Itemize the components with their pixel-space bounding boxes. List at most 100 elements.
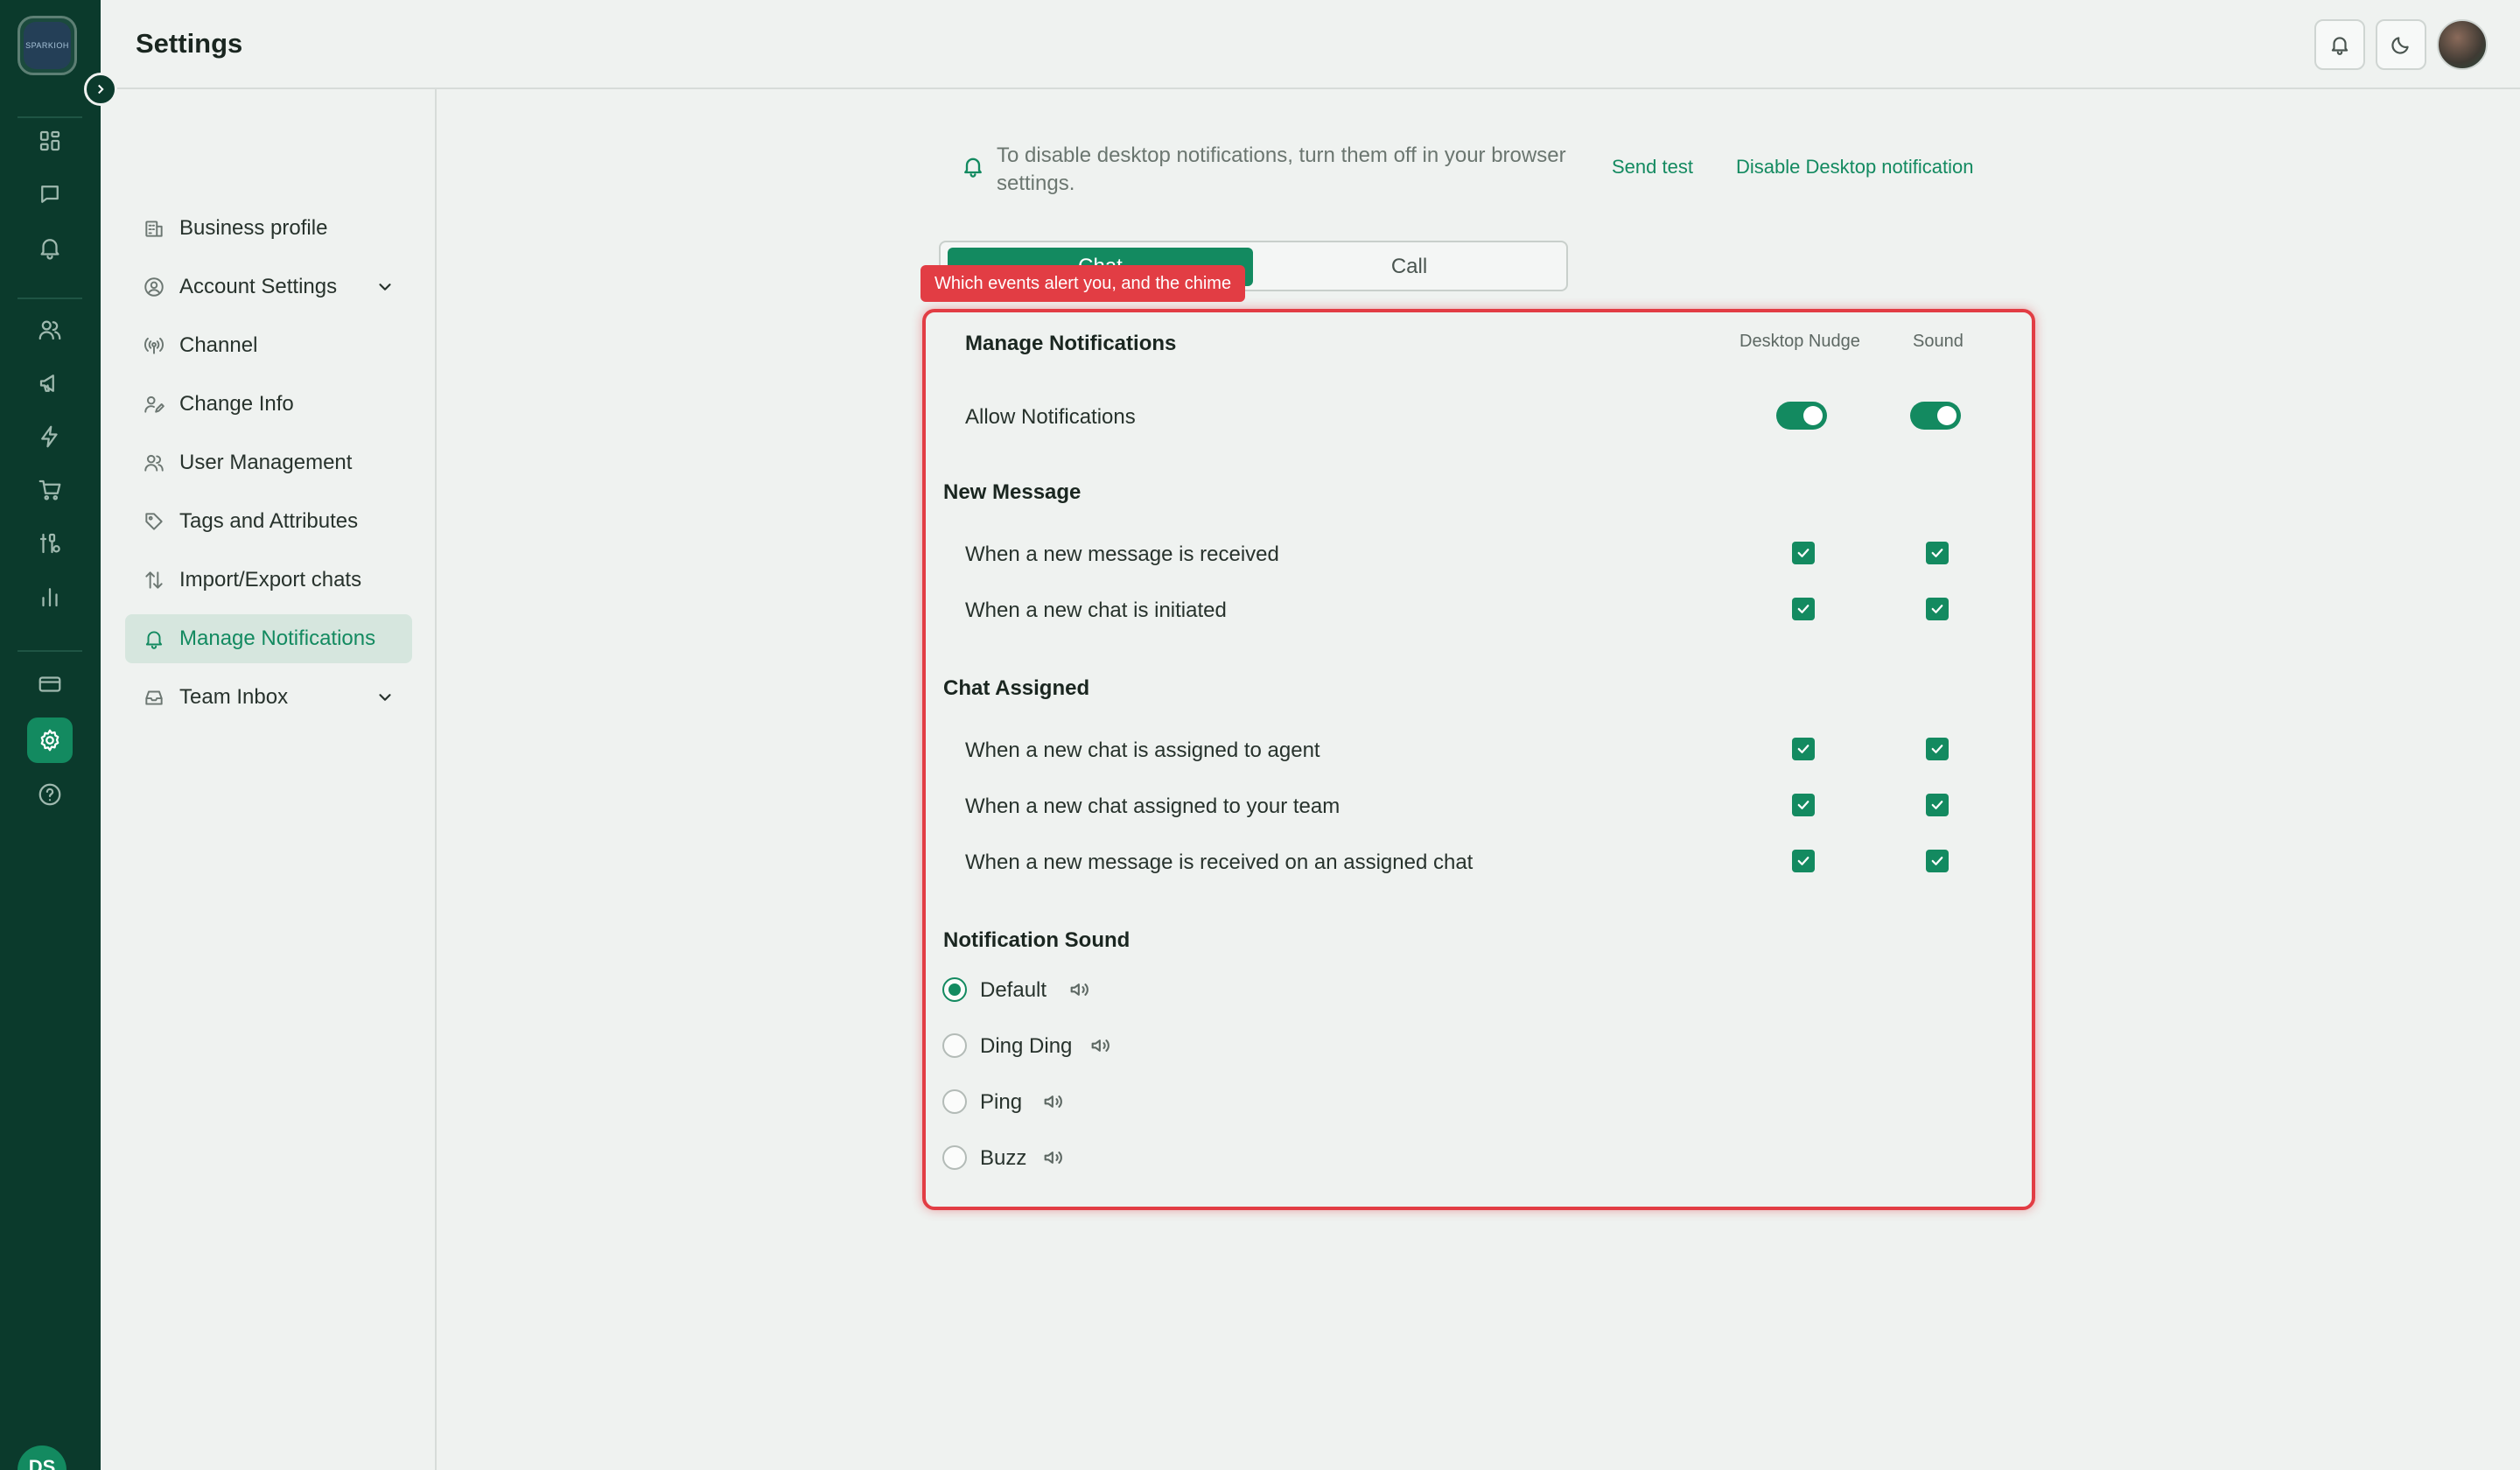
- sound-option-label: Ping: [980, 1090, 1023, 1114]
- rail-divider: [18, 650, 82, 652]
- sound-column-header: Sound: [1913, 332, 1964, 351]
- section-title-chat-assigned: Chat Assigned: [943, 676, 1090, 700]
- rail-divider: [18, 116, 82, 118]
- notifications-button[interactable]: [2314, 19, 2365, 70]
- checkbox-assigned-message-desktop[interactable]: [1792, 850, 1815, 872]
- disable-desktop-notification-link[interactable]: Disable Desktop notification: [1736, 156, 1973, 178]
- sidebar-item-label: User Management: [179, 451, 353, 474]
- checkbox-new-message-sound[interactable]: [1926, 542, 1949, 564]
- section-title-notification-sound: Notification Sound: [943, 928, 1130, 952]
- radio-sound-ding-ding[interactable]: [942, 1033, 967, 1058]
- section-title-new-message: New Message: [943, 480, 1082, 504]
- sound-option-label: Default: [980, 978, 1047, 1002]
- allow-notifications-label: Allow Notifications: [965, 405, 1136, 429]
- sidebar-item-label: Tags and Attributes: [179, 509, 359, 533]
- checkbox-assigned-message-sound[interactable]: [1926, 850, 1949, 872]
- inbox-icon: [145, 690, 163, 705]
- row-label-assigned-to-agent: When a new chat is assigned to agent: [965, 738, 1320, 762]
- broadcast-icon: [144, 337, 164, 354]
- bell-icon: [2331, 37, 2348, 55]
- help-icon[interactable]: [31, 775, 69, 814]
- page-title: Settings: [136, 28, 243, 59]
- sidebar-item-import-export[interactable]: Import/Export chats: [125, 556, 412, 605]
- row-label-assigned-to-team: When a new chat assigned to your team: [965, 794, 1340, 818]
- speaker-icon[interactable]: [1041, 1089, 1066, 1114]
- sound-option-label: Ding Ding: [980, 1034, 1073, 1058]
- tab-call[interactable]: Call: [1256, 248, 1563, 286]
- user-avatar[interactable]: DS: [18, 1446, 66, 1470]
- panel-title: Manage Notifications: [965, 332, 1177, 355]
- sidebar-item-label: Import/Export chats: [179, 568, 362, 592]
- radio-sound-default[interactable]: [942, 977, 967, 1002]
- row-label-new-chat-initiated: When a new chat is initiated: [965, 598, 1227, 622]
- checkbox-assigned-team-sound[interactable]: [1926, 794, 1949, 816]
- building-icon: [145, 220, 163, 237]
- speaker-icon[interactable]: [1041, 1145, 1066, 1170]
- sidebar-item-business-profile[interactable]: Business profile: [125, 204, 412, 253]
- speaker-icon[interactable]: [1088, 1033, 1113, 1058]
- sidebar-toggle-button[interactable]: [84, 73, 117, 106]
- send-test-link[interactable]: Send test: [1612, 156, 1693, 178]
- user-circle-icon: [144, 277, 164, 297]
- import-export-icon: [145, 571, 163, 589]
- checkbox-new-message-desktop[interactable]: [1792, 542, 1815, 564]
- megaphone-icon[interactable]: [31, 364, 69, 402]
- sound-option-label: Buzz: [980, 1146, 1027, 1170]
- moon-icon: [2391, 37, 2409, 54]
- theme-toggle-button[interactable]: [2376, 19, 2426, 70]
- app-logo[interactable]: SPARKIOH: [18, 16, 77, 75]
- chat-icon[interactable]: [31, 175, 69, 214]
- logo-text: SPARKIOH: [24, 22, 71, 69]
- user-edit-icon: [144, 396, 164, 413]
- bell-icon: [961, 154, 985, 178]
- billing-icon[interactable]: [31, 665, 69, 704]
- sidebar-item-label: Manage Notifications: [179, 626, 376, 650]
- desktop-nudge-column-header: Desktop Nudge: [1740, 332, 1860, 351]
- integrations-icon[interactable]: [31, 524, 69, 563]
- contacts-icon[interactable]: [31, 311, 69, 349]
- row-label-message-on-assigned: When a new message is received on an ass…: [965, 850, 1474, 874]
- sidebar-item-user-management[interactable]: User Management: [125, 438, 412, 487]
- sidebar-item-tags-attributes[interactable]: Tags and Attributes: [125, 497, 412, 546]
- chevron-right-icon: [98, 84, 104, 94]
- tag-icon: [145, 513, 163, 530]
- allow-sound-toggle[interactable]: [1910, 402, 1961, 430]
- speaker-icon[interactable]: [1068, 977, 1092, 1002]
- checkbox-assigned-team-desktop[interactable]: [1792, 794, 1815, 816]
- sidebar-item-channel[interactable]: Channel: [125, 321, 412, 370]
- users-icon: [144, 454, 164, 472]
- checkbox-assigned-agent-sound[interactable]: [1926, 738, 1949, 760]
- settings-sidebar: Business profile Account Settings Channe…: [101, 89, 437, 1470]
- cart-icon[interactable]: [31, 471, 69, 509]
- row-label-new-message-received: When a new message is received: [965, 542, 1279, 566]
- radio-sound-buzz[interactable]: [942, 1145, 967, 1170]
- allow-desktop-toggle[interactable]: [1776, 402, 1827, 430]
- rail-divider: [18, 298, 82, 299]
- sidebar-item-label: Business profile: [179, 216, 328, 240]
- checkbox-new-chat-desktop[interactable]: [1792, 598, 1815, 620]
- bell-icon: [145, 631, 163, 649]
- sidebar-item-team-inbox[interactable]: Team Inbox: [125, 673, 412, 722]
- sidebar-item-account-settings[interactable]: Account Settings: [125, 262, 412, 312]
- chevron-down-icon[interactable]: [375, 277, 395, 297]
- checkbox-new-chat-sound[interactable]: [1926, 598, 1949, 620]
- highlight-callout: Which events alert you, and the chime: [920, 265, 1246, 302]
- sidebar-item-label: Channel: [179, 333, 258, 357]
- header: Settings: [101, 0, 2520, 89]
- sidebar-item-change-info[interactable]: Change Info: [125, 380, 412, 429]
- lightning-icon[interactable]: [31, 417, 69, 456]
- bell-icon[interactable]: [31, 228, 69, 267]
- analytics-icon[interactable]: [31, 578, 69, 616]
- sidebar-item-label: Change Info: [179, 392, 294, 416]
- chevron-down-icon[interactable]: [375, 688, 395, 707]
- dashboard-icon[interactable]: [31, 122, 69, 160]
- sidebar-item-label: Team Inbox: [179, 685, 289, 709]
- browser-notification-hint: To disable desktop notifications, turn t…: [997, 144, 1566, 195]
- sidebar-item-manage-notifications[interactable]: Manage Notifications: [125, 614, 412, 663]
- sidebar-item-label: Account Settings: [179, 275, 338, 298]
- radio-sound-ping[interactable]: [942, 1089, 967, 1114]
- profile-avatar[interactable]: [2437, 19, 2488, 70]
- manage-notifications-panel: Manage Notifications Desktop Nudge Sound…: [922, 309, 2035, 1210]
- checkbox-assigned-agent-desktop[interactable]: [1792, 738, 1815, 760]
- settings-icon[interactable]: [27, 718, 73, 763]
